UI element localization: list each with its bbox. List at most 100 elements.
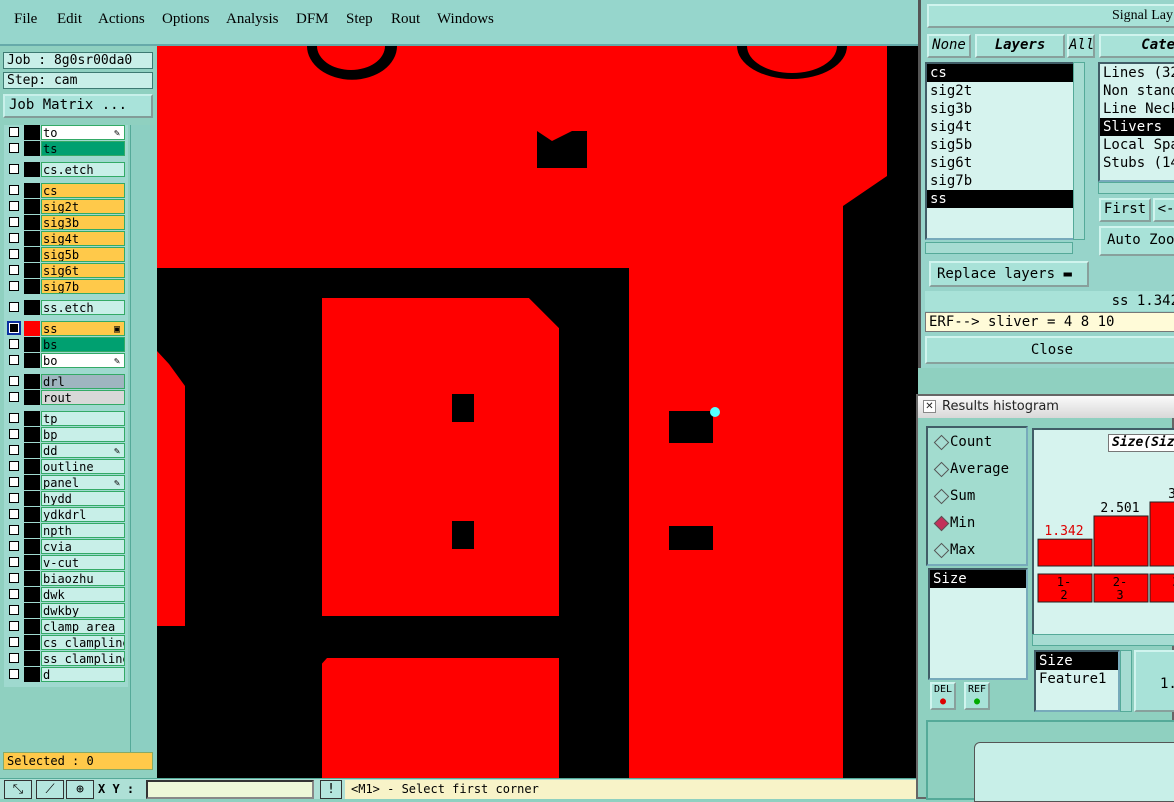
prev-button[interactable]: <- xyxy=(1153,198,1174,222)
layer-name[interactable]: ts xyxy=(41,141,125,156)
layer-row-cs[interactable]: cs xyxy=(4,183,128,198)
layer-checkbox[interactable] xyxy=(9,185,19,195)
layer-name[interactable]: cs.etch xyxy=(41,162,125,177)
layer-checkbox[interactable] xyxy=(9,605,19,615)
layer-checkbox[interactable] xyxy=(9,525,19,535)
layer-row-cs.etch[interactable]: cs.etch xyxy=(4,162,128,177)
mode-average-radio[interactable]: Average xyxy=(933,459,1040,479)
layer-checkbox[interactable] xyxy=(9,557,19,567)
layer-checkbox[interactable] xyxy=(9,281,19,291)
xy-input[interactable] xyxy=(146,780,314,799)
histogram-bar[interactable] xyxy=(1093,515,1149,567)
layer-row-drl[interactable]: drl xyxy=(4,374,128,389)
layer-row-hydd[interactable]: hydd xyxy=(4,491,128,506)
layer-checkbox[interactable] xyxy=(9,127,19,137)
layer-row-rout[interactable]: rout xyxy=(4,390,128,405)
layer-row-dd[interactable]: dd ✎ xyxy=(4,443,128,458)
chart-hscroll[interactable] xyxy=(1032,634,1174,646)
layer-row-dwkby[interactable]: dwkby xyxy=(4,603,128,618)
menu-edit[interactable]: Edit xyxy=(57,11,82,28)
layer-name[interactable]: cvia xyxy=(41,539,125,554)
layer-name[interactable]: ss_clampline xyxy=(41,651,125,666)
layer-row-clamp_area[interactable]: clamp_area xyxy=(4,619,128,634)
layer-color-swatch[interactable] xyxy=(24,390,40,405)
category-item[interactable]: Stubs (14 xyxy=(1100,154,1174,172)
mode-min-radio[interactable]: Min xyxy=(933,513,1040,533)
layer-checkbox[interactable] xyxy=(9,339,19,349)
layer-checkbox[interactable] xyxy=(9,413,19,423)
del-button[interactable]: DEL ● xyxy=(930,682,956,710)
mode-sum-radio[interactable]: Sum xyxy=(933,486,1040,506)
menu-file[interactable]: File xyxy=(14,11,37,28)
layer-checkbox[interactable] xyxy=(9,164,19,174)
layer-list-scrollbar[interactable] xyxy=(130,125,155,765)
layer-checkbox[interactable] xyxy=(9,445,19,455)
graphics-canvas[interactable] xyxy=(157,46,918,778)
layer-checkbox[interactable] xyxy=(9,265,19,275)
layer-list-vscroll[interactable] xyxy=(1073,62,1085,240)
layer-row-bo[interactable]: bo ✎ xyxy=(4,353,128,368)
layer-row-ss.etch[interactable]: ss.etch xyxy=(4,300,128,315)
layer-row-to[interactable]: to ✎ xyxy=(4,125,128,140)
category-button[interactable]: Cate xyxy=(1099,34,1174,58)
layer-name[interactable]: drl xyxy=(41,374,125,389)
layer-name[interactable]: rout xyxy=(41,390,125,405)
layer-checkbox[interactable] xyxy=(9,355,19,365)
layer-checkbox[interactable] xyxy=(9,376,19,386)
layer-name[interactable]: dwk xyxy=(41,587,125,602)
layer-color-swatch[interactable] xyxy=(24,321,40,336)
category-item[interactable]: Line Neck xyxy=(1100,100,1174,118)
layer-name[interactable]: tp xyxy=(41,411,125,426)
layer-checkbox[interactable] xyxy=(9,249,19,259)
layer-checkbox[interactable] xyxy=(9,589,19,599)
layer-color-swatch[interactable] xyxy=(24,667,40,682)
layer-name[interactable]: bs xyxy=(41,337,125,352)
layer-row-ts[interactable]: ts xyxy=(4,141,128,156)
signal-layer-item[interactable]: sig7b xyxy=(927,172,1081,190)
attribute-list[interactable]: Size xyxy=(928,568,1028,680)
job-matrix-button[interactable]: Job Matrix ... xyxy=(3,94,153,118)
layer-color-swatch[interactable] xyxy=(24,475,40,490)
layer-color-swatch[interactable] xyxy=(24,523,40,538)
layer-name[interactable]: sig2t xyxy=(41,199,125,214)
ref-button[interactable]: REF ● xyxy=(964,682,990,710)
feature-list-scroll[interactable] xyxy=(1120,650,1132,712)
layer-checkbox[interactable] xyxy=(9,392,19,402)
category-hscroll[interactable] xyxy=(1098,182,1174,194)
menu-rout[interactable]: Rout xyxy=(391,11,420,28)
layer-row-sig5b[interactable]: sig5b xyxy=(4,247,128,262)
layer-name[interactable]: cs_clampline xyxy=(41,635,125,650)
layer-name[interactable]: sig5b xyxy=(41,247,125,262)
layer-row-biaozhu[interactable]: biaozhu xyxy=(4,571,128,586)
layer-name[interactable]: bp xyxy=(41,427,125,442)
feature-item[interactable]: Feature1 xyxy=(1036,670,1118,688)
replace-layers-button[interactable]: Replace layers ▬ xyxy=(929,261,1089,287)
layer-row-outline[interactable]: outline xyxy=(4,459,128,474)
layer-color-swatch[interactable] xyxy=(24,603,40,618)
snap-tool-icon[interactable]: ⊕ xyxy=(66,780,94,799)
layer-name[interactable]: to ✎ xyxy=(41,125,125,140)
warning-icon[interactable]: ! xyxy=(320,780,342,799)
layer-checkbox[interactable] xyxy=(9,669,19,679)
layer-color-swatch[interactable] xyxy=(24,427,40,442)
layer-name[interactable]: panel ✎ xyxy=(41,475,125,490)
layer-checkbox[interactable] xyxy=(9,637,19,647)
histogram-bar[interactable] xyxy=(1037,538,1093,567)
layer-checkbox[interactable] xyxy=(9,429,19,439)
layer-checkbox[interactable] xyxy=(9,621,19,631)
layer-color-swatch[interactable] xyxy=(24,374,40,389)
layer-color-swatch[interactable] xyxy=(24,125,40,140)
layer-color-swatch[interactable] xyxy=(24,199,40,214)
menu-analysis[interactable]: Analysis xyxy=(226,11,279,28)
layer-row-ss_clampline[interactable]: ss_clampline xyxy=(4,651,128,666)
menu-actions[interactable]: Actions xyxy=(98,11,145,28)
layer-name[interactable]: sig6t xyxy=(41,263,125,278)
layer-color-swatch[interactable] xyxy=(24,587,40,602)
layer-name[interactable]: ydkdrl xyxy=(41,507,125,522)
layer-name[interactable]: outline xyxy=(41,459,125,474)
layer-checkbox[interactable] xyxy=(9,493,19,503)
layer-checkbox[interactable] xyxy=(9,461,19,471)
layer-row-cvia[interactable]: cvia xyxy=(4,539,128,554)
layer-color-swatch[interactable] xyxy=(24,300,40,315)
layer-color-swatch[interactable] xyxy=(24,539,40,554)
